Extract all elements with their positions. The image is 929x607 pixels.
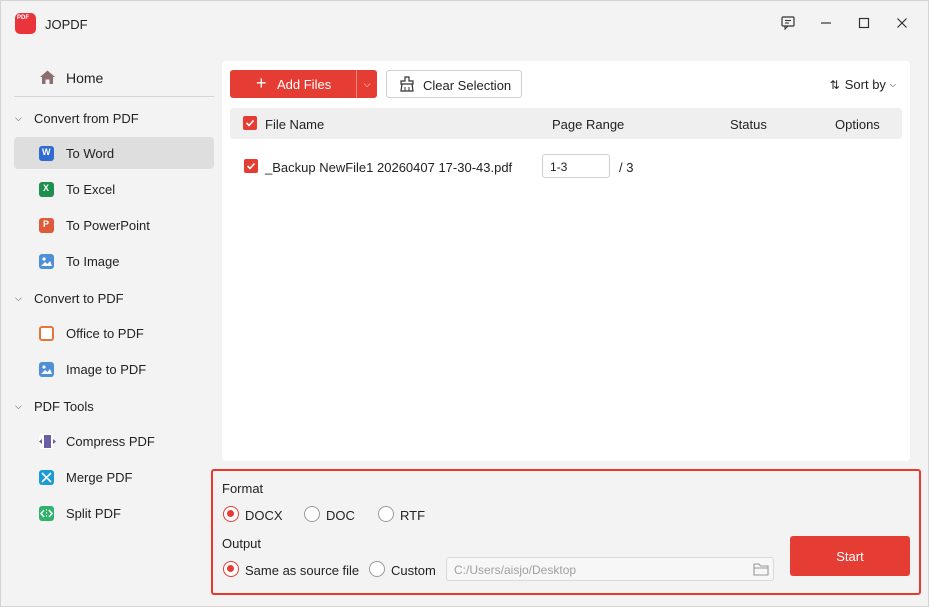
sidebar-item-label: To PowerPoint xyxy=(66,218,150,233)
title-bar: PDF JOPDF xyxy=(1,1,928,47)
sidebar: Home ⌵ Convert from PDF W To Word X To E… xyxy=(1,57,219,605)
add-files-label: Add Files xyxy=(277,77,332,92)
column-header-page-range: Page Range xyxy=(552,117,625,132)
chevron-down-icon: ⌵ xyxy=(15,112,22,123)
chevron-down-icon: ⌵ xyxy=(15,400,22,411)
sort-icon: ⇅ xyxy=(829,77,840,92)
minimize-icon[interactable] xyxy=(815,12,837,34)
format-docx-radio[interactable] xyxy=(223,506,239,522)
output-path-input[interactable]: C:/Users/aisjo/Desktop xyxy=(446,557,774,581)
image-icon xyxy=(39,254,54,269)
column-header-file-name[interactable]: File Name xyxy=(265,117,324,132)
sidebar-item-to-powerpoint[interactable]: P To PowerPoint xyxy=(14,209,214,241)
format-doc-label[interactable]: DOC xyxy=(326,508,355,523)
sidebar-item-split-pdf[interactable]: Split PDF xyxy=(14,497,214,529)
page-range-input[interactable]: 1-3 xyxy=(542,154,610,178)
excel-icon: X xyxy=(39,182,54,197)
output-path-placeholder: C:/Users/aisjo/Desktop xyxy=(454,563,577,577)
sidebar-item-label: To Image xyxy=(66,254,120,269)
sidebar-item-to-image[interactable]: To Image xyxy=(14,245,214,277)
sidebar-group-convert-to-pdf[interactable]: ⌵ Convert to PDF xyxy=(15,287,124,309)
row-checkbox[interactable] xyxy=(244,159,258,173)
broom-icon xyxy=(399,76,415,92)
sort-by-button[interactable]: ⇅ Sort by ⌵ xyxy=(830,77,896,92)
compress-icon xyxy=(39,434,56,449)
output-same-as-source-radio[interactable] xyxy=(223,561,239,577)
sidebar-group-label: Convert to PDF xyxy=(34,290,124,306)
output-custom-label[interactable]: Custom xyxy=(391,563,436,578)
app-title: JOPDF xyxy=(45,17,88,32)
split-icon xyxy=(39,506,54,521)
format-label: Format xyxy=(222,481,264,496)
sidebar-item-label: Merge PDF xyxy=(66,470,133,485)
format-doc-radio[interactable] xyxy=(304,506,320,522)
format-rtf-radio[interactable] xyxy=(378,506,394,522)
sidebar-item-label: To Excel xyxy=(66,182,116,197)
clear-selection-button[interactable]: Clear Selection xyxy=(386,70,522,98)
merge-icon xyxy=(39,470,54,485)
table-row: _Backup NewFile1 20260407 17-30-43.pdf 1… xyxy=(230,151,902,181)
column-header-status: Status xyxy=(730,117,767,132)
sidebar-item-label: Compress PDF xyxy=(66,434,155,449)
table-header: File Name Page Range Status Options xyxy=(230,108,902,139)
app-logo-text: PDF xyxy=(17,15,29,21)
add-files-dropdown-button[interactable]: ⌵ xyxy=(356,70,377,98)
output-label: Output xyxy=(222,536,262,551)
file-name: _Backup NewFile1 20260407 17-30-43.pdf xyxy=(265,160,513,175)
sidebar-item-to-excel[interactable]: X To Excel xyxy=(14,173,214,205)
format-rtf-label[interactable]: RTF xyxy=(400,508,425,523)
sidebar-item-image-to-pdf[interactable]: Image to PDF xyxy=(14,353,214,385)
sidebar-item-merge-pdf[interactable]: Merge PDF xyxy=(14,461,214,493)
sidebar-item-compress-pdf[interactable]: Compress PDF xyxy=(14,425,214,457)
maximize-icon[interactable] xyxy=(853,12,875,34)
chevron-down-icon: ⌵ xyxy=(889,79,896,89)
close-icon[interactable] xyxy=(891,12,913,34)
column-header-options: Options xyxy=(835,117,880,132)
sidebar-group-convert-from-pdf[interactable]: ⌵ Convert from PDF xyxy=(15,107,139,129)
file-list-panel: + Add Files ⌵ Clear Selection ⇅ Sort by … xyxy=(222,61,910,461)
word-icon: W xyxy=(39,146,54,161)
feedback-icon[interactable] xyxy=(777,12,799,34)
page-total: / 3 xyxy=(619,160,634,175)
plus-icon: + xyxy=(256,73,267,93)
chevron-down-icon: ⌵ xyxy=(15,292,22,303)
clear-selection-label: Clear Selection xyxy=(423,78,512,93)
conversion-settings-panel: Format DOCX DOC RTF Output Same as sourc… xyxy=(211,469,921,595)
output-custom-radio[interactable] xyxy=(369,561,385,577)
sidebar-item-label: Split PDF xyxy=(66,506,121,521)
sidebar-item-label: Office to PDF xyxy=(66,326,144,341)
sidebar-item-to-word[interactable]: W To Word xyxy=(14,137,214,169)
powerpoint-icon: P xyxy=(39,218,54,233)
add-files-button[interactable]: + Add Files xyxy=(230,70,356,98)
sidebar-group-pdf-tools[interactable]: ⌵ PDF Tools xyxy=(15,395,94,417)
sidebar-item-office-to-pdf[interactable]: Office to PDF xyxy=(14,317,214,349)
start-button[interactable]: Start xyxy=(790,536,910,576)
select-all-checkbox[interactable] xyxy=(243,116,257,130)
home-icon xyxy=(39,69,56,88)
sidebar-group-label: Convert from PDF xyxy=(34,110,139,126)
sidebar-group-label: PDF Tools xyxy=(34,398,94,414)
office-icon xyxy=(39,326,54,341)
chevron-down-icon: ⌵ xyxy=(363,78,371,89)
sort-by-label: Sort by xyxy=(844,77,886,92)
folder-icon[interactable] xyxy=(753,562,769,576)
sidebar-item-label: Image to PDF xyxy=(66,362,147,377)
output-same-as-source-label[interactable]: Same as source file xyxy=(245,563,359,578)
sidebar-item-label: To Word xyxy=(66,146,115,161)
app-window: PDF JOPDF Home ⌵ Convert from PDF W To W… xyxy=(0,0,929,607)
format-docx-label[interactable]: DOCX xyxy=(245,508,283,523)
sidebar-item-home[interactable]: Home xyxy=(14,61,214,93)
image-icon xyxy=(39,362,54,377)
app-logo: PDF xyxy=(15,13,36,34)
start-label: Start xyxy=(836,548,864,564)
sidebar-divider xyxy=(14,96,214,97)
sidebar-item-label: Home xyxy=(66,70,104,86)
